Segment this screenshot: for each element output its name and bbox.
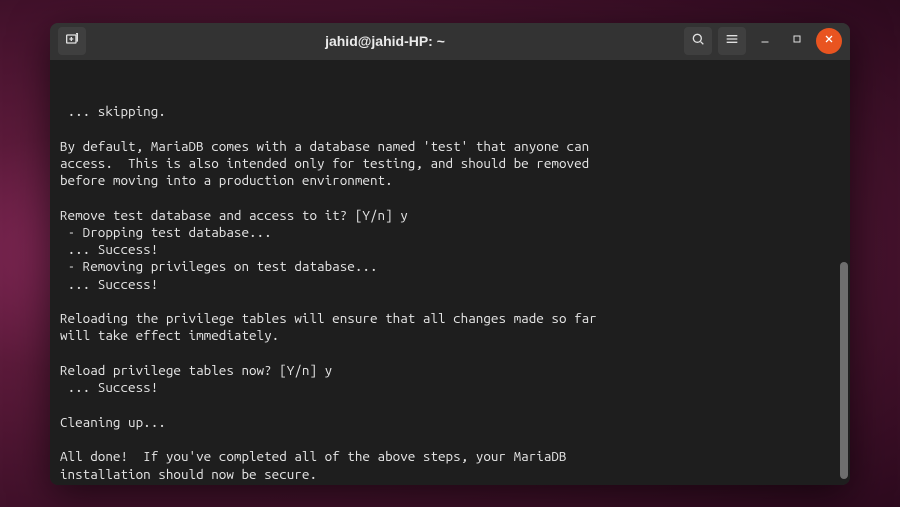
- terminal-body[interactable]: ... skipping. By default, MariaDB comes …: [50, 61, 850, 485]
- maximize-button[interactable]: [784, 28, 810, 54]
- new-tab-button[interactable]: [58, 27, 86, 55]
- output-line: installation should now be secure.: [60, 466, 317, 482]
- output-line: - Removing privileges on test database..…: [60, 258, 378, 274]
- output-line: Remove test database and access to it? […: [60, 207, 408, 223]
- output-line: ... Success!: [60, 241, 158, 257]
- close-icon: [823, 32, 835, 50]
- output-line: - Dropping test database...: [60, 224, 272, 240]
- output-line: By default, MariaDB comes with a databas…: [60, 138, 589, 154]
- output-line: ... Success!: [60, 379, 158, 395]
- minimize-icon: [759, 32, 771, 50]
- maximize-icon: [791, 32, 803, 50]
- output-line: ... Success!: [60, 276, 158, 292]
- window-title: jahid@jahid-HP: ~: [92, 33, 678, 49]
- output-line: will take effect immediately.: [60, 327, 279, 343]
- output-line: All done! If you've completed all of the…: [60, 448, 567, 464]
- close-button[interactable]: [816, 28, 842, 54]
- terminal-output: ... skipping. By default, MariaDB comes …: [60, 103, 840, 484]
- output-line: Reload privilege tables now? [Y/n] y: [60, 362, 332, 378]
- scrollbar-thumb[interactable]: [840, 262, 848, 478]
- output-line: Cleaning up...: [60, 414, 166, 430]
- hamburger-icon: [724, 31, 740, 52]
- output-line: before moving into a production environm…: [60, 172, 393, 188]
- output-line: ... skipping.: [60, 103, 166, 119]
- output-line: Reloading the privilege tables will ensu…: [60, 310, 597, 326]
- scrollbar-track[interactable]: [840, 161, 848, 479]
- output-line: access. This is also intended only for t…: [60, 155, 589, 171]
- search-button[interactable]: [684, 27, 712, 55]
- new-tab-icon: [64, 31, 80, 52]
- search-icon: [690, 31, 706, 52]
- menu-button[interactable]: [718, 27, 746, 55]
- titlebar: jahid@jahid-HP: ~: [50, 23, 850, 61]
- terminal-window: jahid@jahid-HP: ~: [50, 23, 850, 485]
- minimize-button[interactable]: [752, 28, 778, 54]
